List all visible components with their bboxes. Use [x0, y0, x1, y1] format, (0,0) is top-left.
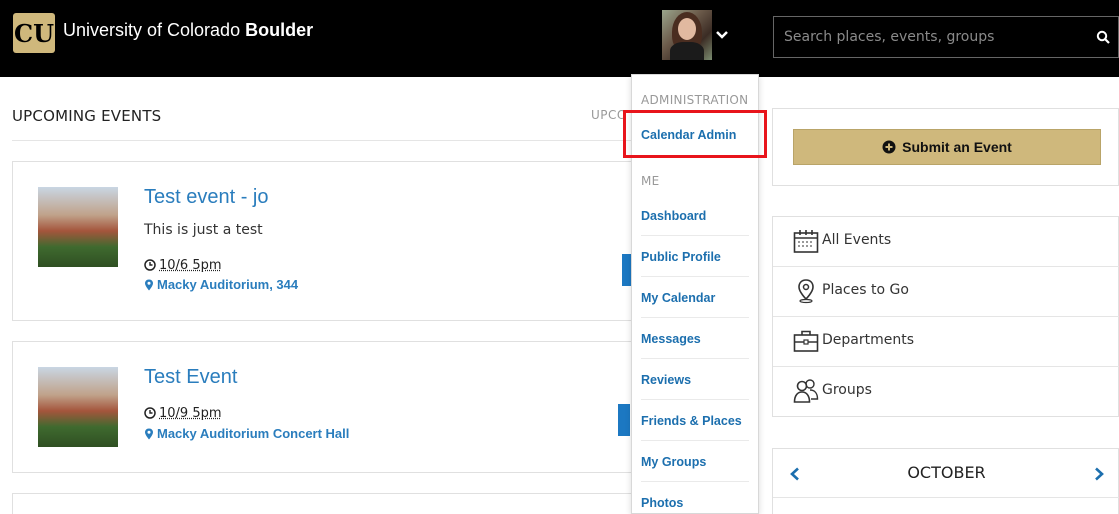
section-title: UPCOMING EVENTS [12, 107, 162, 125]
site-brand[interactable]: University of Colorado Boulder [63, 20, 313, 41]
plus-circle-icon [882, 140, 896, 154]
menu-item-friends-places[interactable]: Friends & Places [641, 414, 749, 441]
menu-item-my-calendar[interactable]: My Calendar [641, 291, 749, 318]
event-thumbnail[interactable] [38, 367, 118, 447]
submit-panel: Submit an Event [772, 108, 1119, 186]
event-time: 10/6 5pm [144, 258, 222, 273]
event-card[interactable]: Test event - jo This is just a test 10/6… [12, 161, 652, 321]
event-card[interactable] [12, 493, 652, 514]
highlight-box [623, 110, 767, 158]
event-title[interactable]: Test event - jo [144, 186, 269, 209]
search-icon[interactable] [1096, 30, 1110, 44]
event-thumbnail[interactable] [38, 187, 118, 267]
divider [773, 497, 1119, 498]
dropdown-heading-administration: ADMINISTRATION [641, 93, 749, 107]
briefcase-icon [793, 330, 819, 352]
sidebar-item-all-events[interactable]: All Events [773, 217, 1119, 267]
event-title[interactable]: Test Event [144, 366, 237, 389]
search-input[interactable] [784, 17, 1084, 57]
submit-event-label: Submit an Event [902, 139, 1012, 155]
menu-item-my-groups[interactable]: My Groups [641, 455, 749, 482]
clock-icon [144, 259, 156, 271]
event-location[interactable]: Macky Auditorium, 344 [144, 277, 298, 292]
clock-icon [144, 407, 156, 419]
divider [12, 140, 632, 141]
calendar-month: OCTOBER [907, 463, 986, 482]
top-header: CU University of Colorado Boulder [0, 0, 1119, 77]
users-icon [793, 379, 819, 403]
event-location[interactable]: Macky Auditorium Concert Hall [144, 426, 349, 441]
menu-item-reviews[interactable]: Reviews [641, 373, 749, 400]
menu-item-public-profile[interactable]: Public Profile [641, 250, 749, 277]
menu-item-messages[interactable]: Messages [641, 332, 749, 359]
menu-item-dashboard[interactable]: Dashboard [641, 209, 749, 236]
tab-upcoming[interactable]: UPCO [591, 108, 627, 122]
dropdown-heading-me: ME [641, 174, 660, 188]
chevron-down-icon[interactable] [715, 28, 729, 42]
logo-letters: CU [14, 19, 54, 48]
event-description: This is just a test [144, 222, 263, 238]
calendar-icon [793, 230, 819, 253]
sidebar-item-places[interactable]: Places to Go [773, 267, 1119, 317]
event-card[interactable]: Test Event 10/9 5pm Macky Auditorium Con… [12, 341, 652, 473]
sidebar-item-departments[interactable]: Departments [773, 317, 1119, 367]
cu-logo-icon[interactable]: CU [12, 12, 56, 54]
map-pin-icon [798, 279, 814, 304]
chevron-right-icon[interactable] [1093, 467, 1105, 481]
search-box [773, 16, 1119, 58]
avatar[interactable] [662, 10, 712, 60]
menu-item-photos[interactable]: Photos [641, 496, 749, 513]
event-action-button[interactable] [618, 404, 630, 436]
submit-event-button[interactable]: Submit an Event [793, 129, 1101, 165]
map-marker-icon [145, 428, 153, 440]
sidebar-item-groups[interactable]: Groups [773, 367, 1119, 417]
event-time: 10/9 5pm [144, 406, 222, 421]
map-marker-icon [145, 279, 153, 291]
brand-bold: Boulder [245, 20, 314, 40]
mini-calendar: OCTOBER [772, 448, 1119, 514]
brand-prefix: University of Colorado [63, 20, 246, 40]
sidebar-nav: All Events Places to Go Departments Grou… [772, 216, 1119, 417]
